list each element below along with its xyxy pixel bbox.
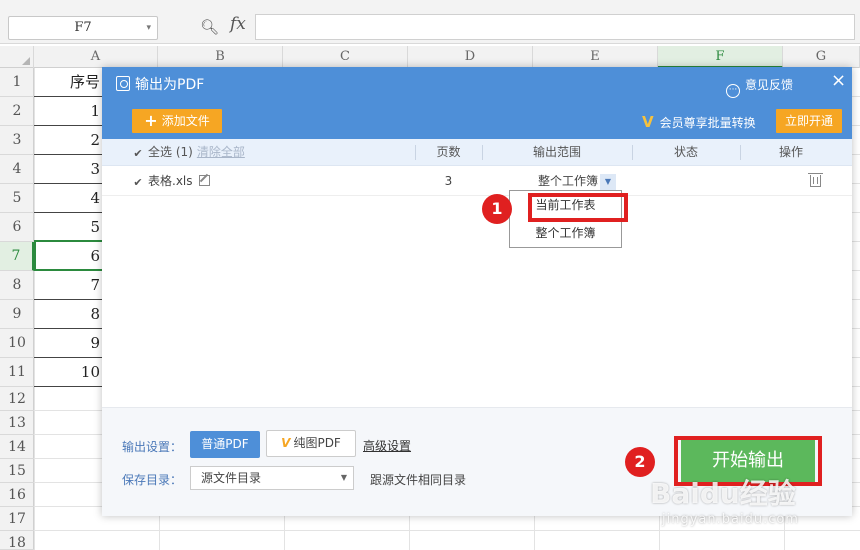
add-file-label: 添加文件 — [161, 114, 210, 128]
output-range-select[interactable]: 整个工作簿 ▼ — [532, 171, 622, 191]
column-header-b[interactable]: B — [158, 46, 283, 68]
row-header[interactable]: 17 — [0, 507, 34, 531]
column-header-d[interactable]: D — [408, 46, 533, 68]
header-status: 状态 — [673, 145, 698, 159]
row-header[interactable]: 4 — [0, 155, 34, 184]
vip-text: 会员尊享批量转换 — [659, 116, 756, 130]
clear-all-link[interactable]: 清除全部 — [197, 145, 245, 159]
row-header[interactable]: 14 — [0, 435, 34, 459]
column-header-g[interactable]: G — [783, 46, 860, 68]
normal-pdf-button[interactable]: 普通PDF — [190, 431, 260, 458]
header-action: 操作 — [778, 145, 803, 159]
row-header[interactable]: 5 — [0, 184, 34, 213]
vip-v-icon: V — [642, 113, 654, 131]
select-all[interactable]: ✔ 全选 (1) 清除全部 — [132, 139, 245, 166]
row-headers: 1 2 3 4 5 6 7 8 9 10 11 12 13 14 15 16 1… — [0, 68, 34, 550]
row-header[interactable]: 3 — [0, 126, 34, 155]
vip-badge-icon: V — [281, 436, 291, 450]
file-name: 表格.xls — [148, 174, 193, 188]
dialog-title: 输出为PDF — [116, 75, 204, 95]
cell-a4[interactable]: 3 — [34, 155, 102, 184]
save-dir-value: 源文件目录 — [201, 471, 262, 485]
chevron-down-icon[interactable]: ▾ — [146, 17, 151, 39]
name-box[interactable]: F7 ▾ — [8, 16, 158, 40]
row-header[interactable]: 6 — [0, 213, 34, 242]
chevron-down-icon[interactable]: ▼ — [600, 174, 616, 190]
cell-a5[interactable]: 4 — [34, 184, 102, 213]
dialog-title-text: 输出为PDF — [135, 77, 205, 93]
header-pages: 页数 — [436, 145, 461, 159]
select-all-corner[interactable] — [0, 46, 34, 68]
row-header[interactable]: 16 — [0, 483, 34, 507]
same-dir-option[interactable]: 跟源文件相同目录 — [370, 471, 466, 488]
row-header[interactable]: 13 — [0, 411, 34, 435]
edit-icon[interactable] — [198, 175, 210, 186]
step-badge-1: 1 — [482, 194, 512, 224]
advanced-settings-link[interactable]: 高级设置 — [363, 437, 411, 454]
checkbox-checked-icon[interactable]: ✔ — [132, 177, 144, 189]
file-table-header: ✔ 全选 (1) 清除全部 页数 输出范围 状态 操作 — [102, 139, 852, 166]
row-header[interactable]: 15 — [0, 459, 34, 483]
cell-a9[interactable]: 8 — [34, 300, 102, 329]
column-header-a[interactable]: A — [34, 46, 158, 68]
add-file-button[interactable]: + 添加文件 — [132, 109, 222, 133]
row-header[interactable]: 12 — [0, 387, 34, 411]
cell-reference: F7 — [74, 20, 92, 35]
row-header[interactable]: 8 — [0, 271, 34, 300]
open-vip-button[interactable]: 立即开通 — [776, 109, 842, 133]
file-status — [632, 166, 740, 196]
row-header[interactable]: 9 — [0, 300, 34, 329]
dialog-header: 输出为PDF ··· 意见反馈 × + 添加文件 V 会员尊享批量转换 立即开通 — [102, 67, 852, 139]
output-range-value: 整个工作簿 — [537, 174, 598, 188]
checkbox-checked-icon[interactable]: ✔ — [132, 148, 144, 160]
trash-icon[interactable] — [808, 173, 823, 187]
column-header-c[interactable]: C — [283, 46, 408, 68]
column-header-f[interactable]: F — [658, 46, 783, 68]
image-pdf-button[interactable]: V 纯图PDF — [266, 430, 356, 457]
formula-bar: F7 ▾ 🔍︎ fx — [0, 0, 860, 44]
cell-a11[interactable]: 10 — [34, 358, 102, 387]
save-dir-label: 保存目录： — [122, 473, 183, 487]
feedback-label: 意见反馈 — [745, 78, 794, 92]
cell-a2[interactable]: 1 — [34, 97, 102, 126]
plus-icon: + — [144, 111, 158, 130]
select-all-label: 全选 (1) — [148, 145, 193, 159]
row-header[interactable]: 2 — [0, 97, 34, 126]
file-pages: 3 — [444, 174, 453, 188]
cell-a1[interactable]: 序号 — [34, 68, 102, 97]
zoom-icon[interactable]: 🔍︎ — [200, 18, 219, 36]
watermark-url: jingyan.baidu.com — [662, 512, 799, 527]
file-name-cell: ✔ 表格.xls — [132, 166, 210, 196]
cell-a8[interactable]: 7 — [34, 271, 102, 300]
fx-icon[interactable]: fx — [230, 14, 246, 34]
header-range: 输出范围 — [532, 145, 581, 159]
export-pdf-dialog: 输出为PDF ··· 意见反馈 × + 添加文件 V 会员尊享批量转换 立即开通 ✔ 全… — [102, 67, 852, 516]
row-header[interactable]: 10 — [0, 329, 34, 358]
pdf-icon — [116, 76, 130, 91]
close-icon[interactable]: × — [831, 70, 846, 91]
formula-input[interactable] — [255, 14, 855, 40]
row-header[interactable]: 18 — [0, 531, 34, 550]
cell-a6[interactable]: 5 — [34, 213, 102, 242]
row-header[interactable]: 1 — [0, 68, 34, 97]
file-row[interactable]: ✔ 表格.xls 3 整个工作簿 ▼ — [102, 166, 852, 196]
option-whole-workbook[interactable]: 整个工作簿 — [510, 220, 621, 247]
image-pdf-label: 纯图PDF — [293, 436, 341, 450]
column-header-e[interactable]: E — [533, 46, 658, 68]
vip-promo: V 会员尊享批量转换 — [642, 113, 756, 131]
cell-a10[interactable]: 9 — [34, 329, 102, 358]
cell-a3[interactable]: 2 — [34, 126, 102, 155]
baidu-watermark: Baidu经验 jingyan.baidu.com — [650, 472, 860, 550]
chevron-down-icon: ▼ — [340, 473, 347, 482]
row-header-active[interactable]: 7 — [0, 242, 34, 271]
feedback-link[interactable]: ··· 意见反馈 — [726, 76, 793, 98]
column-headers: A B C D E F G — [0, 46, 860, 68]
output-settings-label: 输出设置： — [122, 440, 183, 454]
save-dir-select[interactable]: 源文件目录 ▼ — [190, 466, 354, 490]
selected-cell-highlight — [34, 240, 104, 271]
chat-bubble-icon: ··· — [726, 84, 740, 98]
row-header[interactable]: 11 — [0, 358, 34, 387]
highlight-box-1 — [528, 193, 628, 222]
watermark-text: Baidu经验 — [650, 477, 796, 510]
